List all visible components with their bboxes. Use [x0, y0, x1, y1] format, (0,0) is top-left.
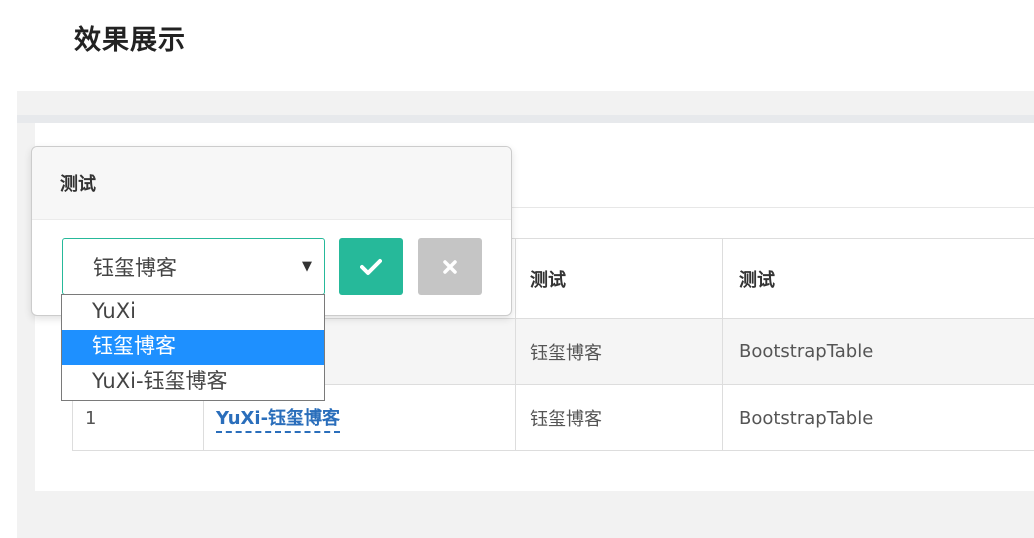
confirm-button[interactable]: [339, 238, 403, 295]
table-cell: 钰玺博客: [516, 319, 723, 384]
close-icon: [443, 259, 457, 274]
select-option-selected[interactable]: 钰玺博客: [62, 330, 324, 365]
select-option[interactable]: YuXi: [62, 295, 324, 330]
table-header-cell[interactable]: 测试: [516, 239, 723, 318]
table-header-cell[interactable]: 测试: [723, 239, 1034, 318]
check-icon: [360, 258, 382, 275]
editable-link[interactable]: YuXi-钰玺博客: [216, 404, 341, 433]
demo-strip: [17, 115, 1034, 123]
popover-title: 测试: [32, 147, 511, 220]
select-option-list: YuXi 钰玺博客 YuXi-钰玺博客: [61, 294, 325, 401]
table-cell: BootstrapTable: [739, 341, 874, 362]
table-cell: 钰玺博客: [516, 385, 723, 451]
caret-down-icon: ▼: [302, 259, 312, 274]
table-cell: BootstrapTable: [739, 407, 874, 429]
select-dropdown[interactable]: 钰玺博客 ▼: [62, 238, 325, 295]
cancel-button[interactable]: [418, 238, 482, 295]
toolbar-divider: [510, 207, 1034, 208]
edit-popover: 测试 钰玺博客 ▼: [31, 146, 512, 316]
page-title: 效果展示: [74, 25, 186, 56]
select-option[interactable]: YuXi-钰玺博客: [62, 365, 324, 400]
select-value: 钰玺博客: [93, 255, 177, 280]
